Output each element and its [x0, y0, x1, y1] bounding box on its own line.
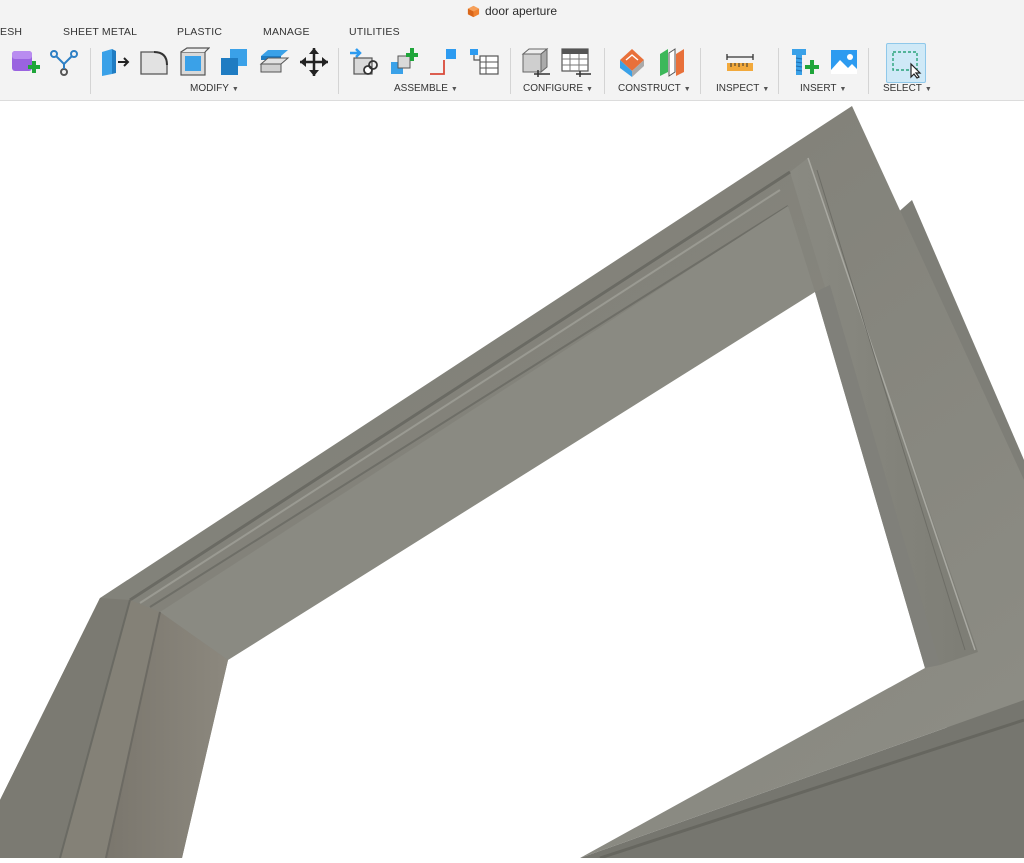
offset-face-button[interactable]: [258, 46, 290, 78]
window-select-button[interactable]: [886, 43, 926, 83]
insert-label: INSERT: [800, 83, 837, 94]
new-component-icon: [391, 48, 418, 74]
configure-button[interactable]: [520, 46, 552, 78]
toolbar-separator: [868, 48, 869, 94]
chevron-down-icon: ▼: [450, 86, 458, 93]
shell-icon: [180, 47, 210, 76]
joint-origin-icon: [430, 49, 456, 75]
insert-mcmaster-button[interactable]: [789, 46, 821, 78]
orange-cube-icon: [467, 5, 480, 17]
document-title: door aperture: [467, 4, 557, 18]
new-component-button[interactable]: [388, 46, 420, 78]
measure-button[interactable]: [724, 46, 756, 78]
insert-mcmaster-icon: [792, 49, 819, 75]
assemble-label: ASSEMBLE: [394, 83, 448, 94]
insert-image-icon: [831, 50, 857, 74]
bill-of-materials-button[interactable]: [468, 46, 500, 78]
configure-menu[interactable]: CONFIGURE ▼: [523, 83, 593, 94]
chevron-down-icon: ▼: [231, 86, 239, 93]
toolbar-separator: [604, 48, 605, 94]
offset-plane-icon: [620, 49, 644, 77]
configuration-table-button[interactable]: [560, 46, 592, 78]
measure-icon: [726, 54, 754, 71]
fillet-button[interactable]: [138, 46, 170, 78]
fillet-icon: [140, 51, 168, 75]
inspect-label: INSPECT: [716, 83, 760, 94]
create-form-button[interactable]: [8, 46, 40, 78]
shell-button[interactable]: [178, 46, 210, 78]
chevron-down-icon: ▼: [839, 86, 847, 93]
chevron-down-icon: ▼: [762, 86, 770, 93]
offset-plane-button[interactable]: [616, 46, 648, 78]
mesh-utility-button[interactable]: [48, 46, 80, 78]
chevron-down-icon: ▼: [924, 86, 932, 93]
title-bar: door aperture: [0, 0, 1024, 22]
configure-icon: [521, 47, 550, 77]
select-menu[interactable]: SELECT ▼: [883, 83, 932, 94]
workspace-tabs: ESH SHEET METAL PLASTIC MANAGE UTILITIES: [0, 22, 1024, 42]
move-copy-button[interactable]: [298, 46, 330, 78]
select-label: SELECT: [883, 83, 922, 94]
press-pull-button[interactable]: [98, 46, 130, 78]
construct-label: CONSTRUCT: [618, 83, 681, 94]
chevron-down-icon: ▼: [683, 86, 691, 93]
move-icon: [300, 48, 328, 76]
combine-icon: [221, 49, 247, 75]
midplane-button[interactable]: [656, 46, 688, 78]
document-title-text: door aperture: [484, 4, 558, 18]
tab-utilities[interactable]: UTILITIES: [349, 26, 400, 38]
modify-menu[interactable]: MODIFY ▼: [190, 83, 239, 94]
toolbar-separator: [700, 48, 701, 94]
combine-button[interactable]: [218, 46, 250, 78]
configure-label: CONFIGURE: [523, 83, 583, 94]
toolbar-separator: [778, 48, 779, 94]
assemble-menu[interactable]: ASSEMBLE ▼: [394, 83, 458, 94]
window-select-icon: [892, 51, 922, 79]
create-form-icon: [12, 51, 40, 73]
door-frame-model[interactable]: [0, 101, 1024, 860]
joint-origin-button[interactable]: [428, 46, 460, 78]
offset-face-icon: [259, 50, 290, 73]
modify-label: MODIFY: [190, 83, 229, 94]
joint-icon: [350, 48, 378, 75]
tab-mesh[interactable]: ESH: [0, 26, 22, 38]
construct-menu[interactable]: CONSTRUCT ▼: [618, 83, 691, 94]
tab-sheet-metal[interactable]: SHEET METAL: [63, 26, 137, 38]
toolbar-separator: [338, 48, 339, 94]
chevron-down-icon: ▼: [586, 86, 593, 93]
configuration-table-icon: [561, 48, 591, 77]
toolbar: MODIFY ▼ ASSEMBLE ▼ CONFIGURE ▼ CONSTRUC…: [0, 42, 1024, 101]
press-pull-icon: [102, 49, 130, 76]
inspect-menu[interactable]: INSPECT ▼: [716, 83, 769, 94]
joint-button[interactable]: [348, 46, 380, 78]
insert-menu[interactable]: INSERT ▼: [800, 83, 846, 94]
tab-manage[interactable]: MANAGE: [263, 26, 310, 38]
canvas-viewport[interactable]: [0, 101, 1024, 860]
mesh-utility-icon: [50, 50, 78, 76]
toolbar-separator: [510, 48, 511, 94]
bill-of-materials-icon: [470, 49, 499, 75]
tab-plastic[interactable]: PLASTIC: [177, 26, 222, 38]
toolbar-separator: [90, 48, 91, 94]
insert-image-button[interactable]: [828, 46, 860, 78]
midplane-icon: [660, 48, 684, 77]
